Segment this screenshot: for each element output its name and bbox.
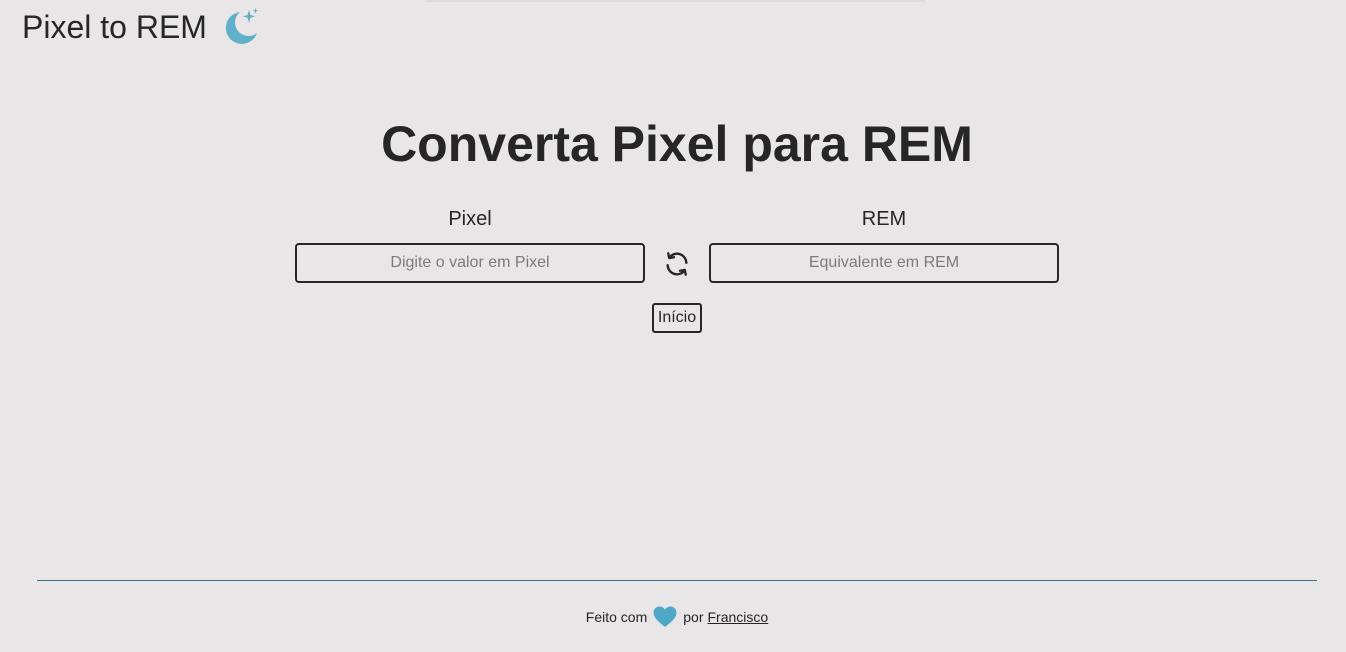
footer-by: por bbox=[683, 609, 704, 625]
page-heading: Converta Pixel para REM bbox=[381, 116, 973, 172]
top-edge-line bbox=[425, 0, 925, 2]
footer-made-with: Feito com bbox=[585, 609, 648, 625]
heart-icon bbox=[653, 606, 677, 628]
swap-button[interactable] bbox=[661, 248, 693, 280]
pixel-input[interactable] bbox=[295, 243, 645, 283]
app-title: Pixel to REM bbox=[22, 9, 207, 45]
start-button[interactable]: Início bbox=[652, 303, 702, 333]
footer-divider bbox=[37, 580, 1317, 581]
app-header: Pixel to REM bbox=[22, 6, 261, 48]
rem-label: REM bbox=[861, 208, 907, 230]
moon-stars-icon bbox=[225, 8, 258, 44]
footer: Feito com por Francisco bbox=[0, 605, 1346, 629]
swap-arrows-icon bbox=[666, 252, 688, 276]
theme-toggle-button[interactable] bbox=[221, 7, 261, 47]
author-link[interactable]: Francisco bbox=[708, 609, 769, 625]
pixel-label: Pixel bbox=[448, 208, 492, 230]
rem-output[interactable] bbox=[709, 243, 1059, 283]
